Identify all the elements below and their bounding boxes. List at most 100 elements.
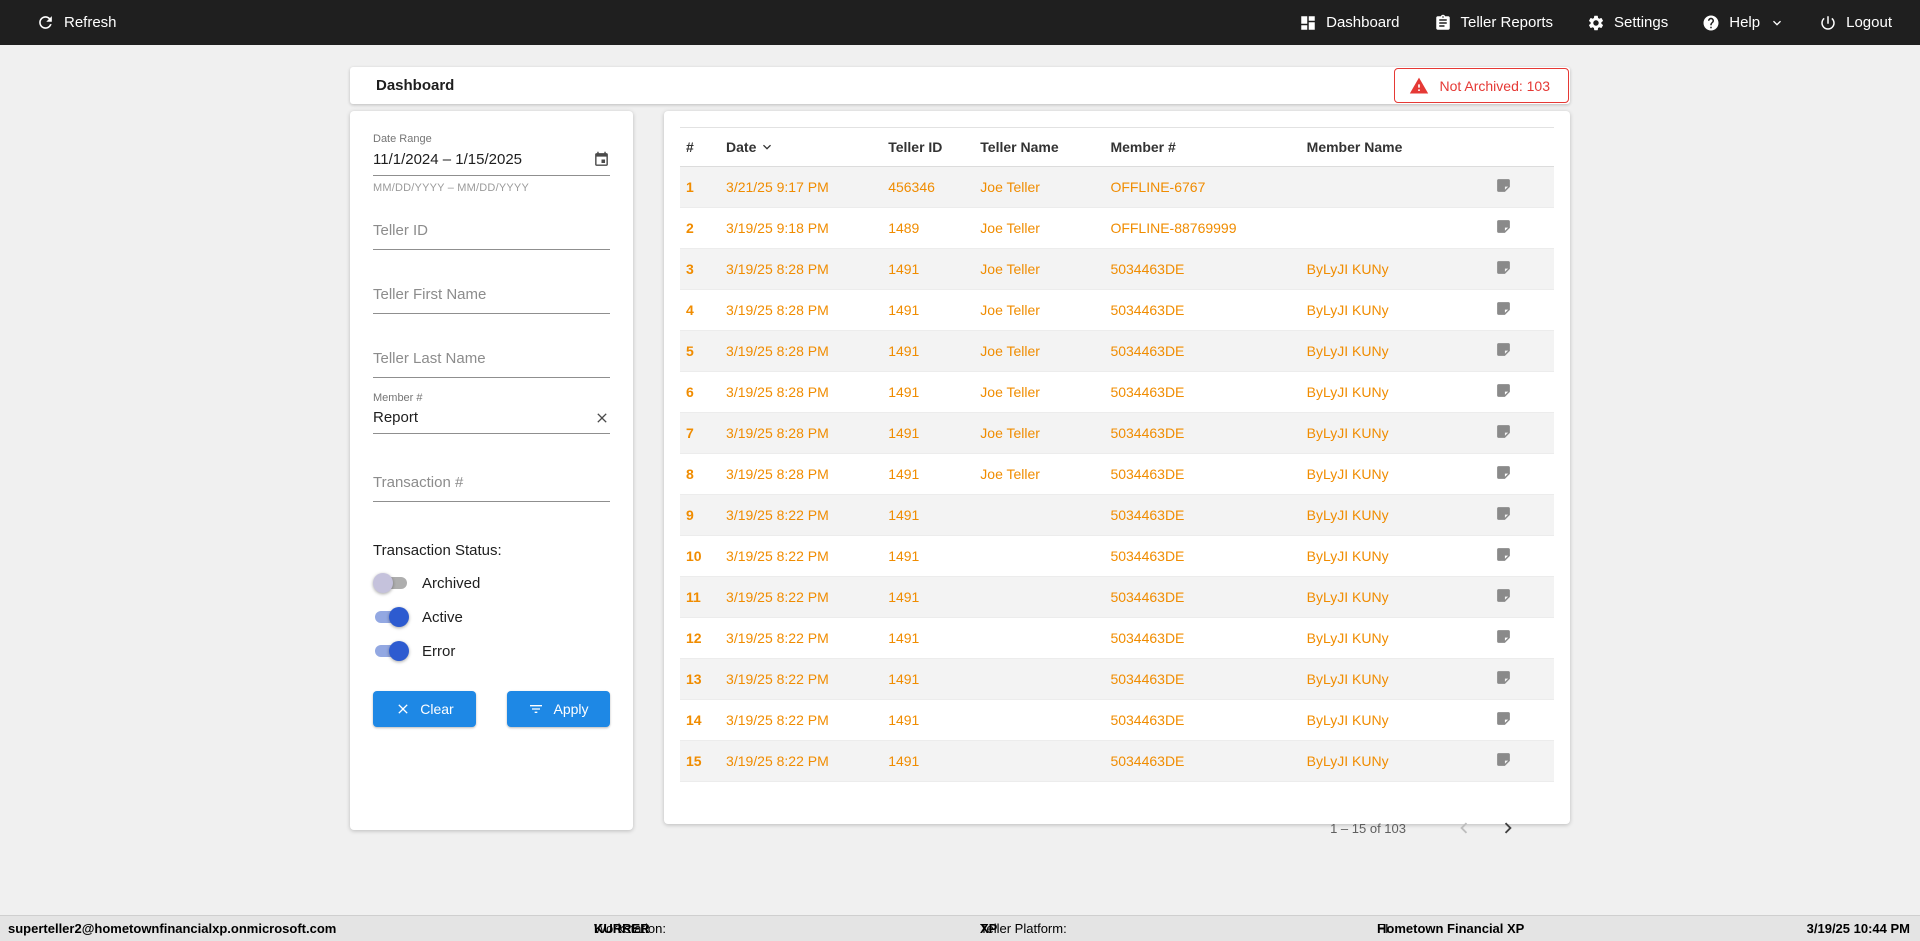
table-row[interactable]: 15 3/19/25 8:22 PM 1491 5034463DE ByLyJI… [680,740,1554,782]
note-icon[interactable] [1495,546,1512,563]
row-note-cell[interactable] [1491,167,1554,208]
nav-help[interactable]: Help [1702,14,1785,32]
table-row[interactable]: 12 3/19/25 8:22 PM 1491 5034463DE ByLyJI… [680,618,1554,659]
refresh-button[interactable]: Refresh [36,13,117,32]
table-row[interactable]: 1 3/21/25 9:17 PM 456346 Joe Teller OFFL… [680,166,1554,208]
note-icon[interactable] [1495,751,1512,768]
archived-switch[interactable] [373,573,409,593]
note-icon[interactable] [1495,218,1512,235]
col-header-member-number[interactable]: Member # [1104,127,1301,167]
calendar-icon[interactable] [593,151,610,168]
note-icon[interactable] [1495,259,1512,276]
note-icon[interactable] [1495,628,1512,645]
note-icon[interactable] [1495,710,1512,727]
note-icon[interactable] [1495,587,1512,604]
nav-dashboard[interactable]: Dashboard [1299,14,1400,32]
table-row[interactable]: 9 3/19/25 8:22 PM 1491 5034463DE ByLyJI … [680,494,1554,536]
row-note-cell[interactable] [1491,741,1554,782]
teller-last-name-input[interactable] [373,340,610,378]
toggle-active[interactable]: Active [373,607,610,627]
table-row[interactable]: 8 3/19/25 8:28 PM 1491 Joe Teller 503446… [680,454,1554,495]
date-range-value[interactable]: 11/1/2024 – 1/15/2025 [373,151,522,168]
nav-logout[interactable]: Logout [1819,14,1892,32]
note-icon[interactable] [1495,464,1512,481]
page-title: Dashboard [376,77,455,94]
row-number: 1 [686,179,694,195]
transaction-number-input[interactable] [373,464,610,502]
sort-chevron-down-icon[interactable] [759,139,775,155]
dashboard-icon [1301,15,1315,30]
row-member-name: ByLyJI KUNy [1306,589,1389,605]
col-header-member-name[interactable]: Member Name [1300,127,1491,167]
col-header-date[interactable]: Date [720,127,883,167]
note-icon[interactable] [1495,505,1512,522]
date-range-field[interactable]: Date Range 11/1/2024 – 1/15/2025 MM/DD/Y… [373,133,610,194]
col-header-teller-name[interactable]: Teller Name [974,127,1105,167]
toggle-archived[interactable]: Archived [373,573,610,593]
row-note-cell[interactable] [1491,208,1554,249]
clear-button[interactable]: Clear [373,691,476,727]
row-note-cell[interactable] [1491,536,1554,577]
toggle-active-label: Active [422,608,463,626]
clear-member-icon[interactable] [594,410,610,426]
table-row[interactable]: 13 3/19/25 8:22 PM 1491 5034463DE ByLyJI… [680,658,1554,700]
row-date: 3/19/25 8:22 PM [726,589,829,605]
member-number-input[interactable] [373,409,563,426]
note-icon[interactable] [1495,177,1512,194]
teller-id-input[interactable] [373,212,610,250]
table-row[interactable]: 4 3/19/25 8:28 PM 1491 Joe Teller 503446… [680,290,1554,331]
row-date: 3/19/25 8:22 PM [726,548,829,564]
nav-teller-reports[interactable]: Teller Reports [1434,14,1554,32]
toggle-error[interactable]: Error [373,641,610,661]
main-content: Dashboard Not Archived: 103 Date Range 1… [0,45,1920,836]
row-note-cell[interactable] [1491,577,1554,618]
row-note-cell[interactable] [1491,659,1554,700]
nav-teller-reports-label: Teller Reports [1460,14,1554,31]
row-date: 3/19/25 8:22 PM [726,507,829,523]
row-note-cell[interactable] [1491,372,1554,413]
not-archived-badge[interactable]: Not Archived: 103 [1394,68,1569,103]
nav-settings[interactable]: Settings [1587,14,1668,32]
row-note-cell[interactable] [1491,249,1554,290]
table-row[interactable]: 2 3/19/25 9:18 PM 1489 Joe Teller OFFLIN… [680,208,1554,249]
table-row[interactable]: 6 3/19/25 8:28 PM 1491 Joe Teller 503446… [680,372,1554,413]
col-header-teller-id[interactable]: Teller ID [882,127,975,167]
row-date: 3/19/25 8:28 PM [726,384,829,400]
row-teller-name: Joe Teller [980,425,1040,441]
note-icon[interactable] [1495,341,1512,358]
row-note-cell[interactable] [1491,618,1554,659]
row-note-cell[interactable] [1491,700,1554,741]
row-member-number: OFFLINE-6767 [1110,179,1206,195]
table-row[interactable]: 5 3/19/25 8:28 PM 1491 Joe Teller 503446… [680,330,1554,372]
error-switch[interactable] [373,641,409,661]
row-number: 9 [686,507,694,523]
table-row[interactable]: 14 3/19/25 8:22 PM 1491 5034463DE ByLyJI… [680,700,1554,741]
active-switch[interactable] [373,607,409,627]
chevron-left-icon [1460,822,1468,834]
note-icon[interactable] [1495,423,1512,440]
row-teller-name: Joe Teller [980,384,1040,400]
teller-first-name-input[interactable] [373,276,610,314]
note-icon[interactable] [1495,669,1512,686]
not-archived-label: Not Archived: 103 [1439,77,1550,94]
table-row[interactable]: 10 3/19/25 8:22 PM 1491 5034463DE ByLyJI… [680,536,1554,577]
row-date: 3/21/25 9:17 PM [726,179,829,195]
workstation-status: Workstation: KURRER [594,921,667,936]
row-number: 4 [686,302,694,318]
note-icon[interactable] [1495,382,1512,399]
row-note-cell[interactable] [1491,290,1554,331]
table-row[interactable]: 11 3/19/25 8:22 PM 1491 5034463DE ByLyJI… [680,576,1554,618]
next-page-button[interactable] [1490,810,1526,846]
row-teller-id: 1491 [888,343,920,359]
row-note-cell[interactable] [1491,331,1554,372]
row-member-name: ByLyJI KUNy [1306,548,1389,564]
note-icon[interactable] [1495,300,1512,317]
row-note-cell[interactable] [1491,495,1554,536]
row-note-cell[interactable] [1491,454,1554,495]
apply-button[interactable]: Apply [507,691,610,727]
table-row[interactable]: 3 3/19/25 8:28 PM 1491 Joe Teller 503446… [680,248,1554,290]
table-row[interactable]: 7 3/19/25 8:28 PM 1491 Joe Teller 503446… [680,412,1554,454]
row-member-number: OFFLINE-88769999 [1110,220,1237,236]
prev-page-button[interactable] [1446,810,1482,846]
row-note-cell[interactable] [1491,413,1554,454]
